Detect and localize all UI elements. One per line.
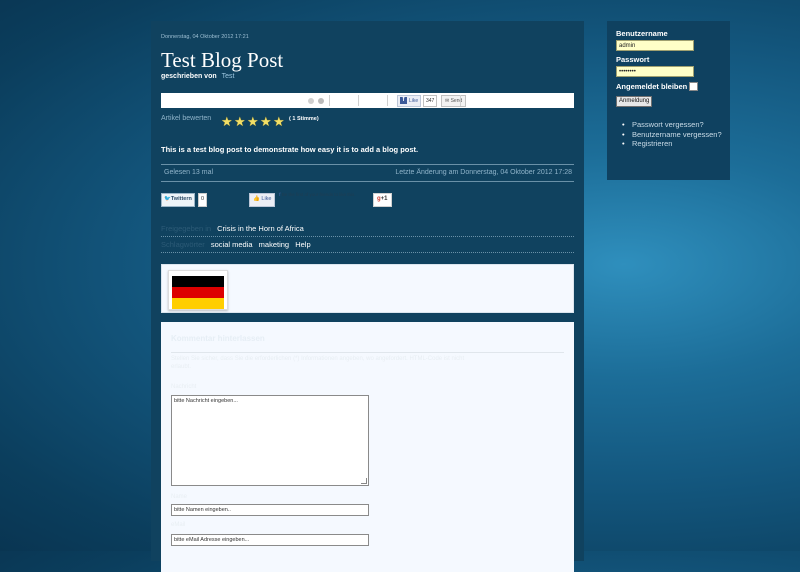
divider	[161, 164, 574, 165]
article-title[interactable]: Test Blog Post	[161, 48, 283, 73]
facebook-icon: f	[400, 97, 407, 105]
twitter-icon: 🐦	[164, 196, 171, 202]
tag-link[interactable]: Help	[295, 240, 310, 249]
message-textarea[interactable]: bitte Nachricht eingeben...	[171, 395, 369, 486]
divider	[329, 95, 330, 106]
email-label: eMail	[171, 522, 186, 528]
forgot-username-link[interactable]: Benutzername vergessen?	[622, 130, 727, 140]
comment-form-note: Stellen Sie sicher, dass Sie die erforde…	[171, 356, 465, 370]
category-label: Freigegeben in	[161, 224, 212, 233]
star-icon[interactable]: ★	[247, 115, 260, 128]
name-field[interactable]: bitte Namen eingeben..	[171, 504, 369, 516]
username-label: Benutzername	[616, 29, 668, 38]
rating-stars[interactable]: ★★★★★( 1 Stimme)	[221, 113, 319, 131]
comment-form: Kommentar hinterlassen Stellen Sie siche…	[161, 322, 574, 572]
divider	[161, 181, 574, 182]
german-flag-image[interactable]	[168, 270, 228, 310]
tags-row: Schlagwörter social media maketing Help	[161, 240, 574, 253]
tweet-count: 0	[198, 193, 208, 207]
forgot-password-link[interactable]: Passwort vergessen?	[622, 120, 727, 130]
article-date: Donnerstag, 04 Oktober 2012 17:21	[161, 34, 249, 40]
category-link[interactable]: Crisis in the Horn of Africa	[217, 224, 304, 233]
facebook-icon: f	[279, 192, 281, 197]
email-field[interactable]: bitte eMail Adresse eingeben...	[171, 534, 369, 546]
remember-me-label: Angemeldet bleiben	[616, 82, 688, 91]
password-field[interactable]: ••••••••	[616, 66, 694, 77]
share-toolbar: f Like 347 ✉ Send	[161, 93, 574, 108]
star-icon[interactable]: ★	[273, 115, 286, 128]
username-field[interactable]: admin	[616, 40, 694, 51]
share-dot-icon[interactable]	[318, 98, 324, 104]
facebook-like-button[interactable]: 👍 Like	[249, 193, 276, 207]
login-button[interactable]: Anmeldung	[616, 96, 653, 107]
resize-handle-icon[interactable]	[361, 478, 367, 484]
login-links: Passwort vergessen? Benutzername vergess…	[622, 120, 727, 149]
password-label: Passwort	[616, 55, 650, 64]
flag-stripe	[172, 276, 224, 287]
star-icon[interactable]: ★	[260, 115, 273, 128]
remember-me-checkbox[interactable]	[689, 82, 698, 91]
flag-stripe	[172, 298, 224, 309]
read-count: Gelesen 13 mal	[164, 169, 214, 176]
send-button[interactable]: ✉ Send	[441, 95, 467, 107]
image-gallery	[161, 264, 574, 313]
star-icon[interactable]: ★	[221, 115, 234, 128]
divider	[387, 95, 388, 106]
facebook-like-text: f Be the first of your friends to like t…	[279, 192, 356, 197]
last-modified: Letzte Änderung am Donnerstag, 04 Oktobe…	[395, 169, 572, 176]
like-count: 347	[423, 95, 438, 107]
tag-link[interactable]: social media	[211, 240, 253, 249]
author-link[interactable]: Test	[222, 73, 235, 80]
login-panel: Benutzername admin Passwort •••••••• Ang…	[607, 21, 730, 180]
google-plus-button[interactable]: g+1	[373, 193, 392, 207]
article-panel: Donnerstag, 04 Oktober 2012 17:21 Test B…	[151, 21, 584, 572]
rating-votes: ( 1 Stimme)	[289, 116, 319, 122]
twitter-tweet-button[interactable]: 🐦Twittern	[161, 193, 195, 207]
comment-form-title: Kommentar hinterlassen	[171, 334, 265, 343]
flag-stripe	[172, 287, 224, 298]
star-icon[interactable]: ★	[234, 115, 247, 128]
divider	[358, 95, 359, 106]
rating-label: Artikel bewerten	[161, 115, 212, 122]
category-row: Freigegeben in Crisis in the Horn of Afr…	[161, 224, 574, 237]
facebook-like-button[interactable]: f Like	[397, 95, 422, 107]
tag-link[interactable]: maketing	[259, 240, 289, 249]
divider	[171, 352, 564, 353]
message-label: Nachricht	[171, 384, 197, 390]
share-dot-icon[interactable]	[308, 98, 314, 104]
article-body: This is a test blog post to demonstrate …	[161, 145, 419, 154]
name-label: Name	[171, 494, 188, 500]
tags-label: Schlagwörter	[161, 240, 205, 249]
register-link[interactable]: Registrieren	[622, 139, 727, 149]
written-by-label: geschrieben von	[161, 73, 217, 80]
divider	[460, 95, 461, 106]
article-byline: geschrieben von Test	[161, 73, 234, 80]
